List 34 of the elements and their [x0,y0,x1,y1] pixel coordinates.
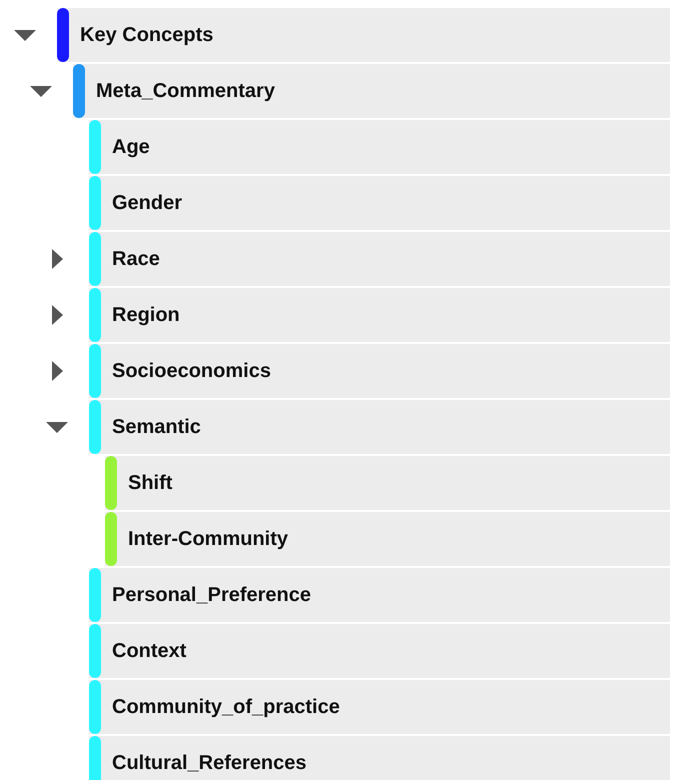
expand-caret-icon[interactable] [52,305,63,325]
tree-row[interactable]: Cultural_References [89,736,670,780]
node-label: Age [112,135,150,160]
tree-row[interactable]: Meta_Commentary [73,64,670,118]
tree-row[interactable]: Context [89,624,670,678]
collapse-caret-icon[interactable] [30,86,52,96]
tree-row[interactable]: Gender [89,176,670,230]
node-label: Gender [112,191,182,216]
node-label: Race [112,247,160,272]
node-label: Context [112,639,186,664]
tree-row[interactable]: Semantic [89,400,670,454]
node-label: Key Concepts [80,23,214,48]
tree-row[interactable]: Age [89,120,670,174]
tree-row[interactable]: Inter-Community [105,512,670,566]
node-label: Inter-Community [128,527,288,552]
node-label: Community_of_practice [112,695,340,720]
node-label: Region [112,303,180,328]
expand-caret-icon[interactable] [52,361,63,381]
tree-row[interactable]: Region [89,288,670,342]
node-label: Personal_Preference [112,583,312,608]
tree-row[interactable]: Personal_Preference [89,568,670,622]
node-label: Cultural_References [112,751,307,776]
tree-row[interactable]: Socioeconomics [89,344,670,398]
tree-row[interactable]: Key Concepts [57,8,670,62]
node-label: Shift [128,471,172,496]
tree-row[interactable]: Shift [105,456,670,510]
collapse-caret-icon[interactable] [46,422,68,432]
node-label: Socioeconomics [112,359,271,384]
node-label: Meta_Commentary [96,79,275,104]
node-label: Semantic [112,415,201,440]
tree-row[interactable]: Race [89,232,670,286]
expand-caret-icon[interactable] [52,249,63,269]
tree-row[interactable]: Community_of_practice [89,680,670,734]
collapse-caret-icon[interactable] [14,30,36,40]
